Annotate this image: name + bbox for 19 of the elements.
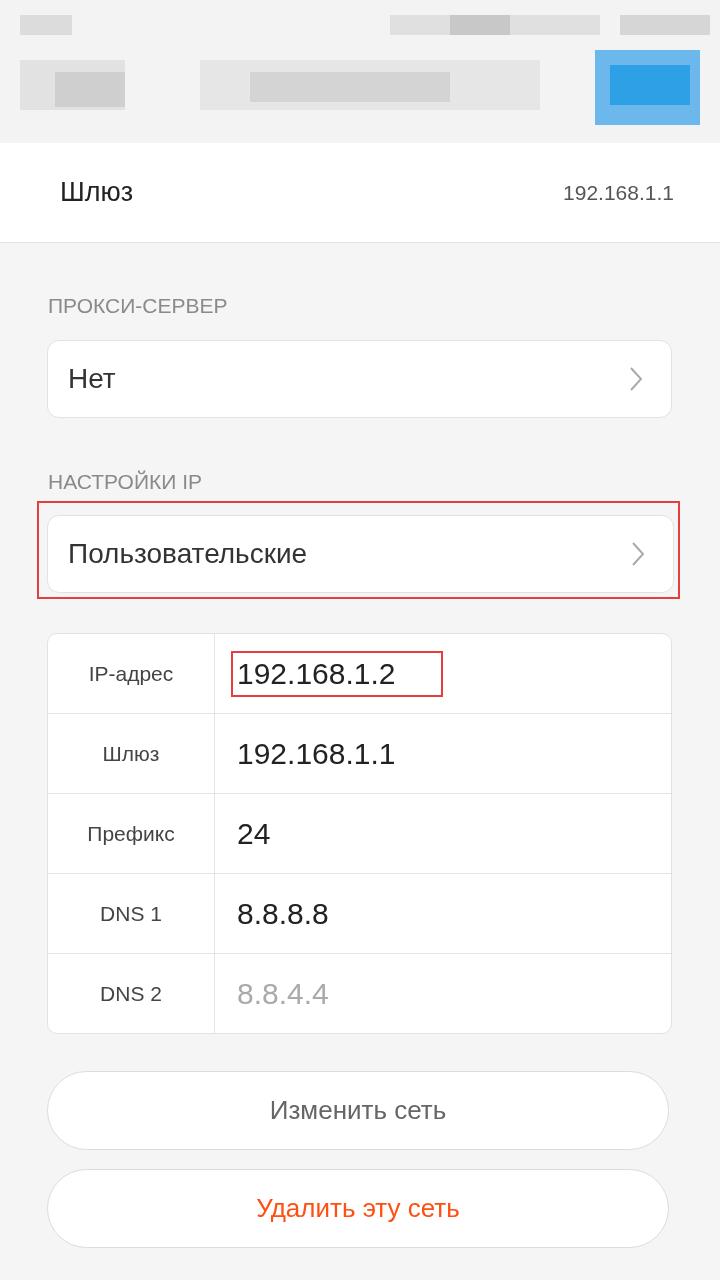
field-label: DNS 1 [48,874,215,953]
gateway-value: 192.168.1.1 [563,180,674,205]
input-field[interactable]: 8.8.8.8 [231,890,443,937]
input-field[interactable]: 192.168.1.1 [231,730,443,777]
gateway-label: Шлюз [60,177,134,208]
dropdown-field[interactable]: Пользовательские [47,515,674,593]
input-field[interactable]: 192.168.1.2 [231,650,443,697]
dropdown-field[interactable]: Нет [47,340,672,418]
field-label: IP-адрес [48,634,215,713]
section-heading: НАСТРОЙКИ IP [47,469,203,495]
field-label: DNS 2 [48,954,215,1033]
edit-button[interactable]: Изменить сеть [47,1071,669,1150]
chevron-icon [631,541,645,567]
section-heading: ПРОКСИ-СЕРВЕР [47,293,229,319]
chevron-icon [629,366,643,392]
field-label: Префикс [48,794,215,873]
input-field[interactable]: 24 [231,810,443,857]
field-label: Шлюз [48,714,215,793]
input-field[interactable]: 8.8.4.4 [231,970,443,1017]
